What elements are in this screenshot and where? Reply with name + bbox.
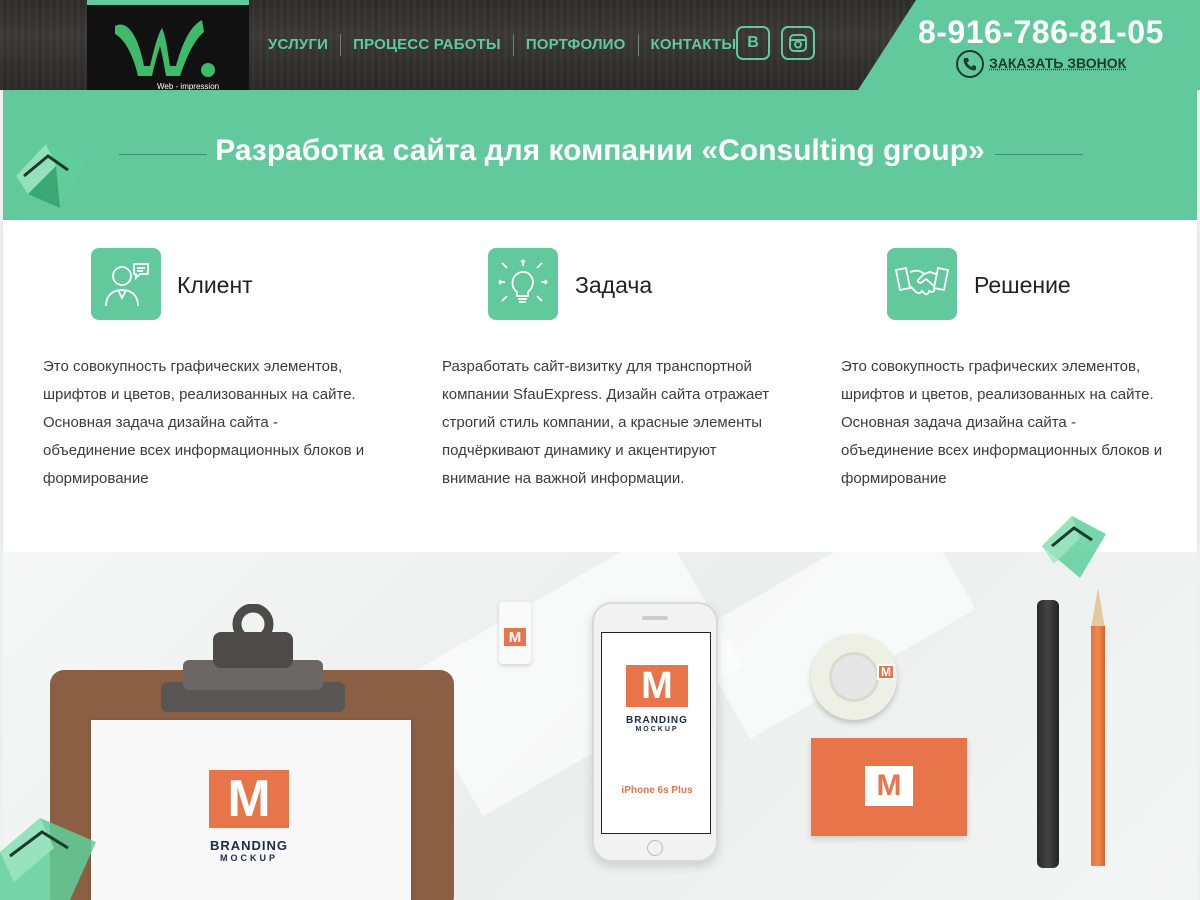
nav-item-portfolio[interactable]: ПОРТФОЛИО <box>514 34 639 56</box>
glass-cube-decoration <box>1042 516 1106 578</box>
tape-roll: M <box>811 634 897 720</box>
brand-logo: M <box>865 766 913 806</box>
eraser: M <box>499 602 531 664</box>
nav-item-contacts[interactable]: КОНТАКТЫ <box>639 34 749 56</box>
feature-title: Клиент <box>177 272 253 298</box>
brand-name: BRANDING <box>209 838 289 853</box>
main-nav: УСЛУГИ ПРОЦЕСС РАБОТЫ ПОРТФОЛИО КОНТАКТЫ <box>256 34 748 56</box>
vk-icon[interactable]: В <box>736 26 770 60</box>
brand-logo: M <box>626 665 688 707</box>
title-divider-right <box>995 154 1083 155</box>
feature-description: Это совокупность графических элементов, … <box>841 358 1163 487</box>
project-features: Клиент Это совокупность графических элем… <box>3 220 1197 552</box>
client-icon <box>91 248 161 320</box>
brand-tagline: MOCKUP <box>220 853 278 863</box>
phone-speaker <box>642 616 668 620</box>
business-card: M <box>811 738 967 836</box>
glass-cube-decoration <box>16 144 86 208</box>
marker-pen <box>1037 600 1059 868</box>
feature-title: Решение <box>974 272 1071 298</box>
glass-cube-decoration <box>0 818 96 900</box>
pencil-tip <box>1091 588 1105 628</box>
title-banner: Разработка сайта для компании «Consultin… <box>3 90 1197 220</box>
page-title: Разработка сайта для компании «Consultin… <box>215 134 985 167</box>
feature-description: Разработать сайт-визитку для транспортно… <box>442 358 770 487</box>
phone-icon[interactable] <box>956 50 984 78</box>
brand-tagline: MOCKUP <box>635 726 679 733</box>
pencil <box>1091 626 1105 866</box>
callback-link[interactable]: ЗАКАЗАТЬ ЗВОНОК <box>989 55 1126 71</box>
brand-logo: M <box>209 770 289 828</box>
brand-logo: M <box>504 628 526 646</box>
instagram-icon[interactable] <box>781 26 815 60</box>
idea-icon <box>488 248 558 320</box>
phone-number[interactable]: 8-916-786-81-05 <box>918 14 1164 51</box>
smartphone-mockup: M BRANDING MOCKUP iPhone 6s Plus <box>592 602 718 862</box>
feature-title: Задача <box>575 272 653 298</box>
tape-roll-core <box>829 652 879 702</box>
handshake-icon <box>887 248 957 320</box>
brand-logo: M <box>877 664 895 680</box>
phone-model-label: iPhone 6s Plus <box>621 785 693 796</box>
feature-description: Это совокупность графических элементов, … <box>43 358 365 487</box>
nav-item-process[interactable]: ПРОЦЕСС РАБОТЫ <box>341 34 514 56</box>
home-button <box>647 840 663 856</box>
brand-name: BRANDING <box>626 715 688 726</box>
branding-mockup-image: M BRANDING MOCKUP M M BRANDING MOCKUP iP… <box>3 552 1197 900</box>
binder-clip <box>161 604 345 712</box>
nav-item-services[interactable]: УСЛУГИ <box>256 34 342 56</box>
logo-icon[interactable] <box>110 14 220 84</box>
phone-screen: M BRANDING MOCKUP iPhone 6s Plus <box>601 632 711 834</box>
